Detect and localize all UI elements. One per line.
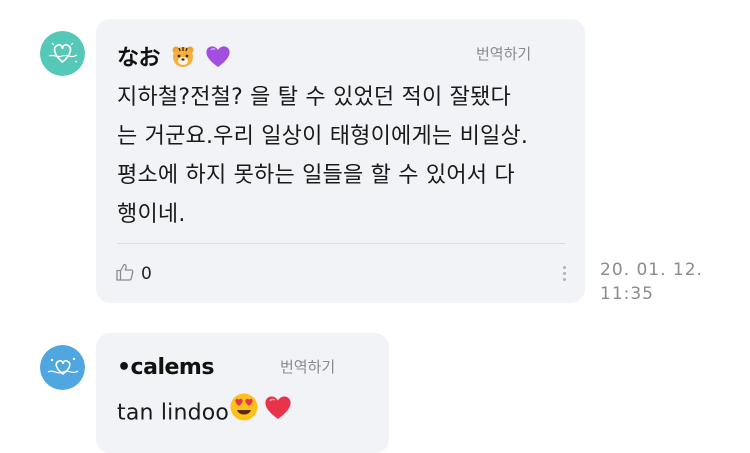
translate-button[interactable]: 번역하기 [280,356,335,377]
comment-body: tan lindoo [117,392,293,435]
author-name[interactable]: •calems [117,355,214,380]
heart-eyes-emoji [229,392,259,435]
comment-2: •calems 번역하기 tan lindoo [0,0,750,453]
comment-body-line: tan lindoo [117,392,293,435]
red-heart-emoji [263,393,293,434]
heart-doodle-avatar-icon [40,345,85,390]
avatar[interactable] [40,345,85,390]
comment-body-text: tan lindoo [117,400,230,426]
